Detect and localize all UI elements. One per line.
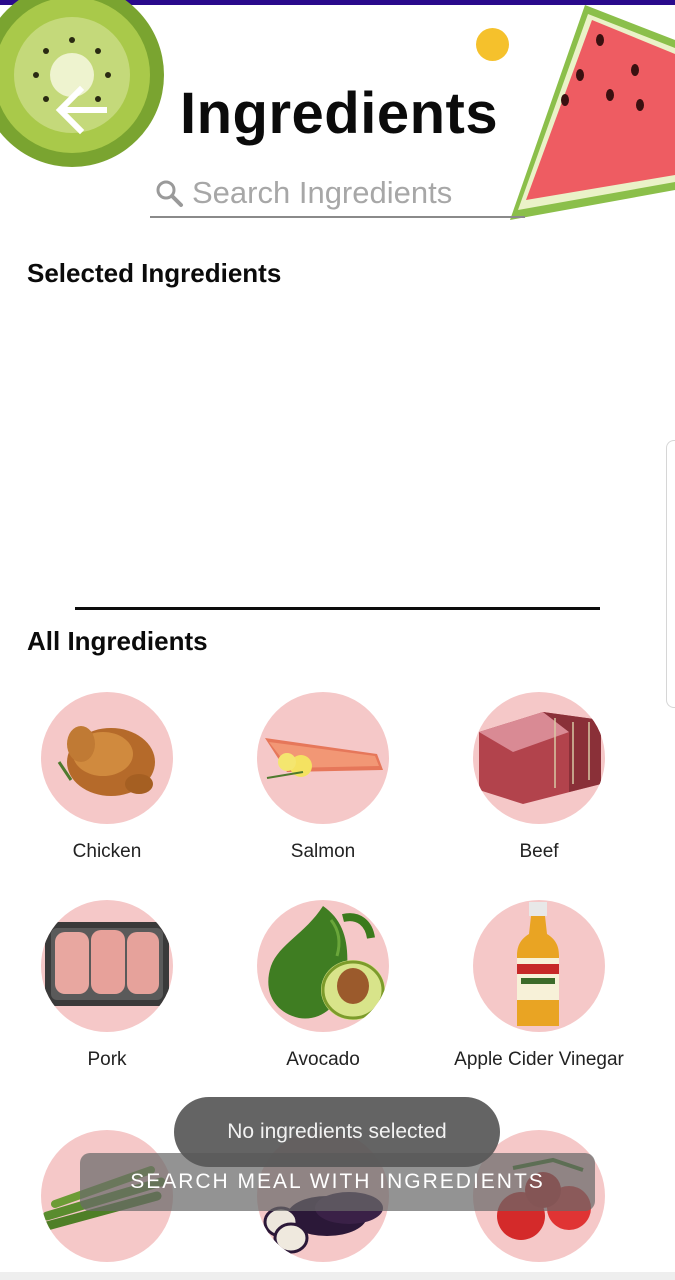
ingredient-card-beef[interactable]: Beef (439, 692, 639, 864)
section-divider (75, 607, 600, 610)
arrow-left-icon (55, 85, 107, 135)
side-panel-handle[interactable] (666, 440, 675, 708)
toast-message: No ingredients selected (174, 1097, 500, 1167)
watermelon-decoration (510, 5, 675, 220)
ingredient-label: Avocado (286, 1049, 360, 1070)
ingredient-label: Pork (87, 1049, 127, 1070)
ingredient-label: Apple Cider Vinegar (454, 1049, 624, 1070)
ingredient-card-chicken[interactable]: Chicken (7, 692, 207, 864)
ingredient-card-pork[interactable]: Pork (7, 900, 207, 1072)
ingredient-image-salmon (257, 692, 389, 824)
ingredient-image-pork (41, 900, 173, 1032)
ingredient-image-beef (473, 692, 605, 824)
search-icon (156, 180, 183, 207)
ingredient-label: Chicken (72, 841, 142, 862)
ingredient-image-apple-cider-vinegar (473, 900, 605, 1032)
back-button[interactable] (50, 78, 114, 142)
selected-ingredients-heading: Selected Ingredients (27, 258, 282, 288)
sun-decoration (476, 28, 509, 61)
ingredient-card-salmon[interactable]: Salmon (223, 692, 423, 864)
search-input[interactable] (184, 175, 522, 211)
bottom-navigation-bar (0, 1272, 675, 1280)
ingredient-label: Salmon (290, 841, 356, 862)
ingredient-card-avocado[interactable]: Avocado (223, 900, 423, 1072)
page-title: Ingredients (180, 81, 499, 146)
ingredient-card-apple-cider-vinegar[interactable]: Apple Cider Vinegar (439, 900, 639, 1072)
selected-ingredients-list (27, 300, 647, 590)
search-bar[interactable] (150, 170, 525, 218)
ingredient-label: Beef (519, 841, 559, 862)
ingredient-image-avocado (257, 900, 389, 1032)
all-ingredients-heading: All Ingredients (27, 626, 208, 656)
ingredient-image-chicken (41, 692, 173, 824)
